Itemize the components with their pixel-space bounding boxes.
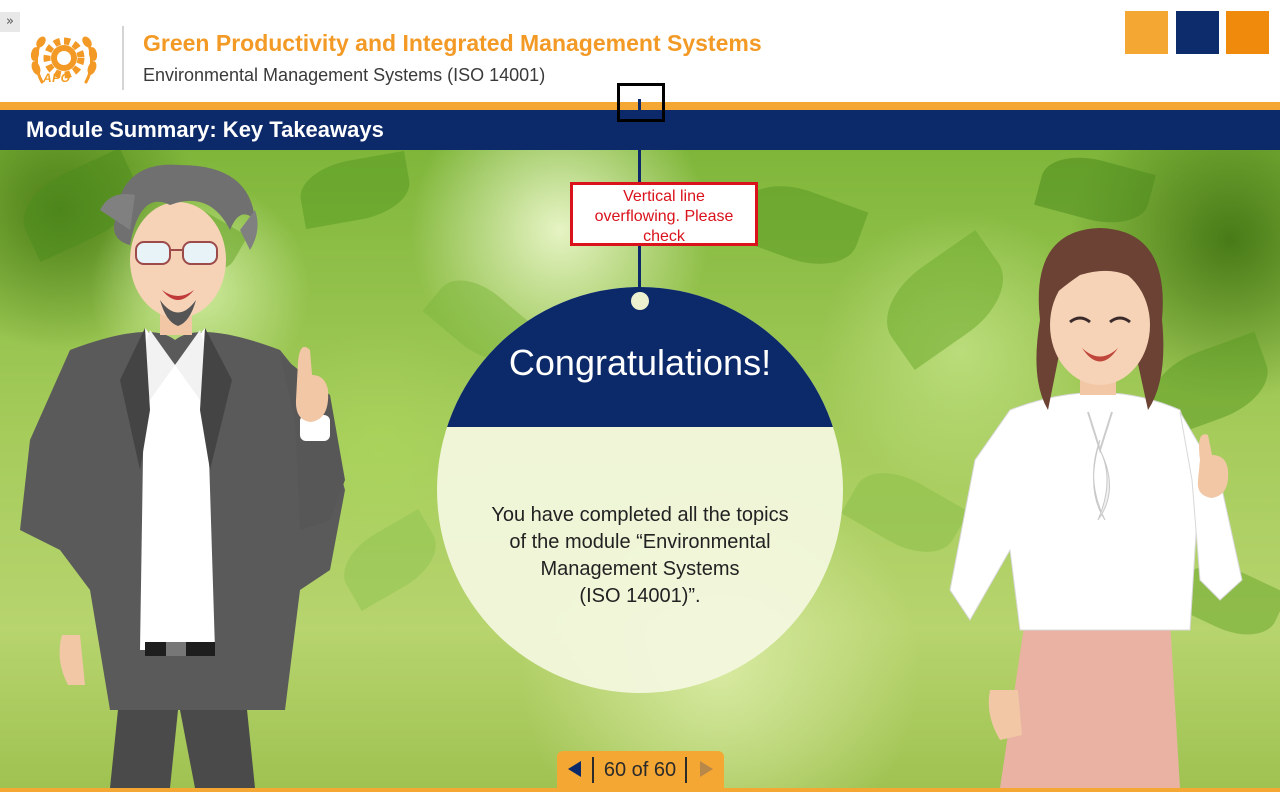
congratulations-heading: Congratulations!: [508, 342, 772, 383]
male-presenter-illustration: [20, 164, 345, 788]
completion-message-line: of the module “Environmental: [509, 531, 771, 553]
course-title: Green Productivity and Integrated Manage…: [143, 30, 762, 56]
review-comment-line: overflowing. Please: [594, 208, 734, 225]
header-divider: [122, 26, 124, 90]
light-orange-square-button[interactable]: [1125, 11, 1168, 54]
female-presenter-illustration: [949, 228, 1243, 788]
pendant-pin: [631, 292, 649, 310]
course-subtitle: Environmental Management Systems (ISO 14…: [143, 65, 546, 85]
footer-accent-band: [0, 788, 1280, 792]
logo-caption: APO: [43, 71, 71, 85]
review-comment-line: check: [643, 228, 685, 245]
review-comment-box: Vertical line overflowing. Please check: [570, 182, 758, 246]
orange-square-button[interactable]: [1226, 11, 1269, 54]
review-comment-line: Vertical line: [623, 188, 705, 205]
nav-divider: [592, 757, 594, 783]
expand-menu-button[interactable]: »: [0, 12, 20, 32]
module-title: Module Summary: Key Takeaways: [26, 117, 384, 142]
triangle-right-icon[interactable]: [697, 760, 715, 778]
completion-message-line: Management Systems: [540, 558, 740, 580]
review-highlight-box: [617, 83, 665, 122]
completion-message-line: (ISO 14001)”.: [579, 585, 701, 607]
completion-message: You have completed all the topics of the…: [470, 502, 810, 610]
nav-divider: [685, 757, 687, 783]
triangle-left-icon[interactable]: [566, 760, 584, 778]
completion-message-line: You have completed all the topics: [491, 504, 789, 526]
navy-square-button[interactable]: [1176, 11, 1219, 54]
page-counter: 60 of 60: [603, 759, 677, 781]
